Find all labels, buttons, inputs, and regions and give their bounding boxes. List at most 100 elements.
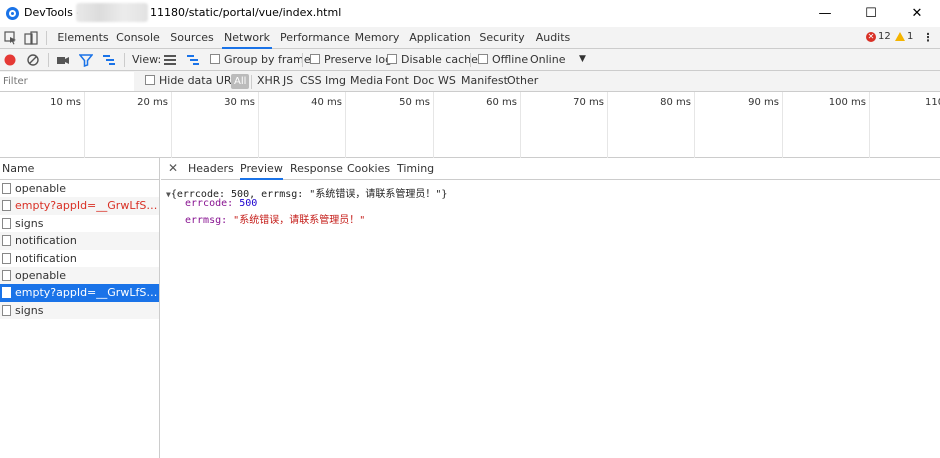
preserve-log-label: Preserve log	[324, 53, 393, 66]
minimize-button[interactable]: —	[802, 0, 848, 27]
json-field-errcode: errcode: 500	[185, 198, 258, 209]
detail-tab-headers[interactable]: Headers	[188, 158, 234, 180]
window-titlebar: DevTools - 11180/static/portal/vue/index…	[0, 0, 940, 27]
tab-audits[interactable]: Audits	[533, 27, 573, 49]
timeline-tick: 50 ms	[346, 92, 434, 158]
inspect-icon[interactable]	[4, 31, 18, 45]
request-list-header[interactable]: Name	[0, 158, 159, 180]
devtools-logo-icon	[6, 7, 19, 20]
view-list-icon[interactable]	[163, 53, 177, 67]
error-count-badge[interactable]: ✕ 12	[866, 31, 891, 42]
offline-checkbox[interactable]	[478, 54, 488, 64]
throttle-select[interactable]: Online	[530, 49, 565, 71]
timeline-tick: 90 ms	[695, 92, 783, 158]
preserve-log-option[interactable]: Preserve log	[310, 49, 392, 71]
timeline-tick-label: 80 ms	[660, 97, 691, 108]
disable-cache-label: Disable cache	[401, 53, 478, 66]
error-count: 12	[878, 31, 891, 42]
request-name: notification	[15, 234, 77, 248]
clear-icon[interactable]	[26, 53, 40, 67]
toolbar-separator	[124, 53, 125, 67]
view-waterfall-icon[interactable]	[102, 53, 116, 67]
tab-network[interactable]: Network	[222, 27, 272, 49]
request-row[interactable]: notification	[0, 232, 159, 250]
warning-count-badge[interactable]: 1	[895, 31, 913, 42]
record-icon[interactable]	[3, 53, 17, 67]
filter-type-manifest[interactable]: Manifest	[461, 71, 508, 92]
file-icon	[2, 252, 11, 264]
view-label: View:	[132, 53, 162, 66]
detail-tab-timing[interactable]: Timing	[397, 158, 434, 180]
warning-count: 1	[907, 31, 914, 42]
file-icon	[2, 217, 11, 229]
timeline-tick: 70 ms	[521, 92, 608, 158]
detail-tab-preview[interactable]: Preview	[240, 158, 283, 180]
offline-option[interactable]: Offline	[478, 49, 528, 71]
filter-type-img[interactable]: Img	[325, 71, 346, 92]
request-row[interactable]: empty?appId=__GrwLfSLBmXS...	[0, 197, 159, 215]
filter-type-doc[interactable]: Doc	[413, 71, 434, 92]
request-row[interactable]: openable	[0, 180, 159, 197]
disable-cache-checkbox[interactable]	[387, 54, 397, 64]
toolbar-separator	[48, 53, 49, 67]
request-row[interactable]: openable	[0, 266, 159, 285]
filter-type-ws[interactable]: WS	[438, 71, 456, 92]
timeline-tick-label: 50 ms	[399, 97, 430, 108]
tab-sources[interactable]: Sources	[168, 27, 216, 49]
tab-application[interactable]: Application	[409, 27, 471, 49]
json-key: errcode	[185, 198, 228, 209]
filter-type-js[interactable]: JS	[283, 71, 293, 92]
timeline-overview[interactable]: 10 ms 20 ms 30 ms 40 ms 50 ms 60 ms 70 m…	[0, 92, 940, 158]
timeline-tick-label: 40 ms	[311, 97, 342, 108]
tab-memory[interactable]: Memory	[354, 27, 400, 49]
json-value-number: 500	[239, 198, 258, 209]
filter-type-xhr[interactable]: XHR	[257, 71, 280, 92]
device-icon[interactable]	[24, 31, 38, 45]
tab-security[interactable]: Security	[479, 27, 525, 49]
request-name: notification	[15, 251, 77, 265]
request-row[interactable]: signs	[0, 215, 159, 232]
camera-icon[interactable]	[56, 53, 70, 67]
filter-type-other[interactable]: Other	[507, 71, 538, 92]
hide-data-urls-checkbox[interactable]	[145, 75, 155, 85]
filter-type-media[interactable]: Media	[350, 71, 383, 92]
timeline-tick-label: 100 ms	[828, 97, 866, 108]
disable-cache-option[interactable]: Disable cache	[387, 49, 478, 71]
timeline-tick-label: 30 ms	[224, 97, 255, 108]
request-row[interactable]: empty?appId=__GrwLfSLBmXS...	[0, 284, 159, 302]
maximize-button[interactable]: ☐	[848, 0, 894, 27]
request-list: Name openable empty?appId=__GrwLfSLBmXS..…	[0, 158, 160, 458]
tab-console[interactable]: Console	[114, 27, 162, 49]
timeline-tick-label: 60 ms	[486, 97, 517, 108]
request-detail-panel: ✕ Headers Preview Response Cookies Timin…	[161, 158, 940, 458]
tab-elements[interactable]: Elements	[55, 27, 111, 49]
kebab-menu-icon[interactable]: ⋮	[922, 27, 934, 49]
detail-tab-response[interactable]: Response	[290, 158, 343, 180]
filter-bar: Hide data URLs All XHR JS CSS Img Media …	[0, 71, 940, 92]
timeline-tick: 40 ms	[259, 92, 346, 158]
warning-icon	[895, 32, 905, 41]
filter-type-all[interactable]: All	[231, 74, 250, 89]
request-row[interactable]: signs	[0, 301, 159, 320]
request-row[interactable]: notification	[0, 250, 159, 267]
dropdown-arrow-icon[interactable]: ▼	[579, 49, 586, 71]
timeline-tick: 80 ms	[608, 92, 695, 158]
hide-data-urls-option[interactable]: Hide data URLs	[145, 71, 243, 92]
filter-icon[interactable]	[79, 53, 93, 67]
filter-type-css[interactable]: CSS	[300, 71, 322, 92]
tab-performance[interactable]: Performance	[280, 27, 350, 49]
view-overview-icon[interactable]	[186, 53, 200, 67]
group-by-frame-checkbox[interactable]	[210, 54, 220, 64]
filter-input[interactable]	[0, 72, 134, 91]
close-window-button[interactable]: ✕	[894, 0, 940, 27]
close-detail-icon[interactable]: ✕	[168, 158, 178, 179]
timeline-tick: 100 ms	[783, 92, 870, 158]
request-name: signs	[15, 303, 44, 317]
offline-label: Offline	[492, 53, 529, 66]
timeline-tick: 30 ms	[172, 92, 259, 158]
redacted-host	[76, 3, 148, 22]
detail-tab-cookies[interactable]: Cookies	[347, 158, 390, 180]
preserve-log-checkbox[interactable]	[310, 54, 320, 64]
group-by-frame-option[interactable]: Group by frame	[210, 49, 311, 71]
filter-type-font[interactable]: Font	[385, 71, 409, 92]
